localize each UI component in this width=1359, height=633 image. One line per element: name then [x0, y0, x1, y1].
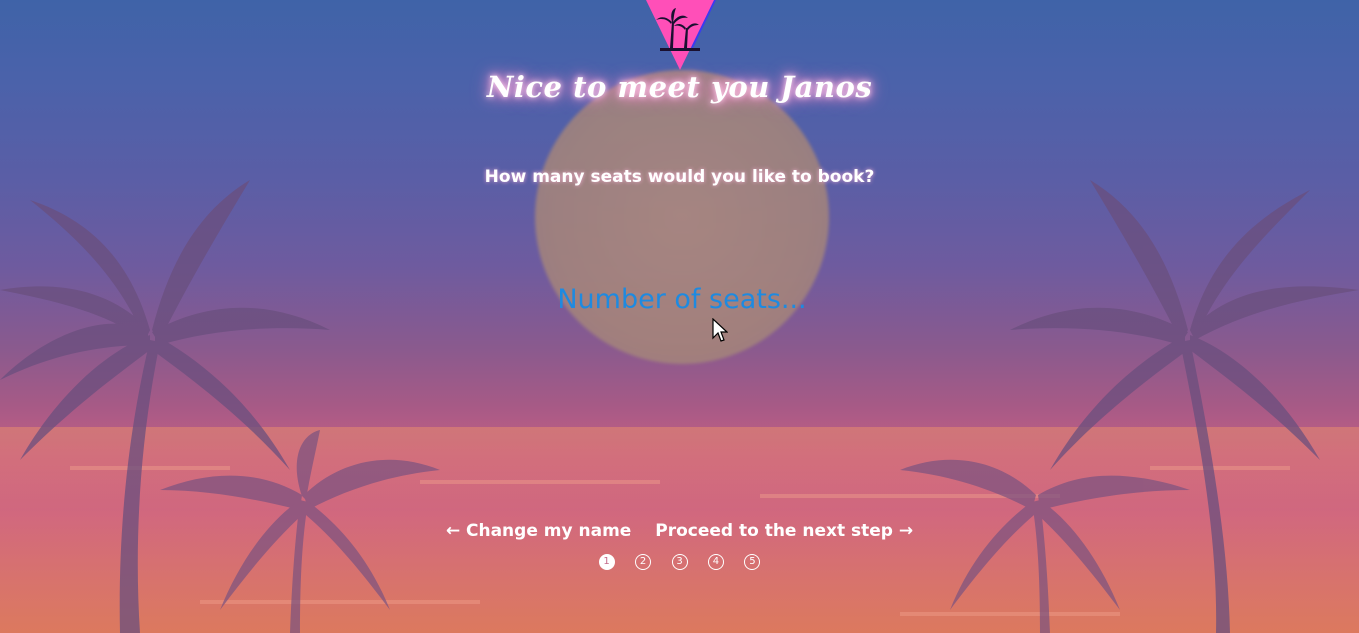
step-dot-2[interactable]: 2	[635, 554, 652, 570]
sea-stripe	[420, 480, 660, 484]
page-title: Nice to meet you Janos	[486, 70, 873, 104]
change-name-link[interactable]: ← Change my name	[446, 521, 631, 541]
seats-question-label: How many seats would you like to book?	[484, 167, 875, 187]
step-dot-5[interactable]: 5	[744, 554, 761, 570]
step-dot-1[interactable]: 1	[598, 554, 615, 570]
step-dot-4[interactable]: 4	[707, 554, 724, 570]
step-dot-3[interactable]: 3	[671, 554, 688, 570]
next-step-link[interactable]: Proceed to the next step →	[655, 521, 913, 541]
palm-triangle-logo-icon	[646, 0, 716, 70]
step-navigation: ← Change my name Proceed to the next ste…	[0, 521, 1359, 541]
mouse-pointer-icon	[712, 318, 728, 342]
seats-input[interactable]	[480, 276, 884, 322]
step-indicator: 1 2 3 4 5	[0, 552, 1359, 570]
